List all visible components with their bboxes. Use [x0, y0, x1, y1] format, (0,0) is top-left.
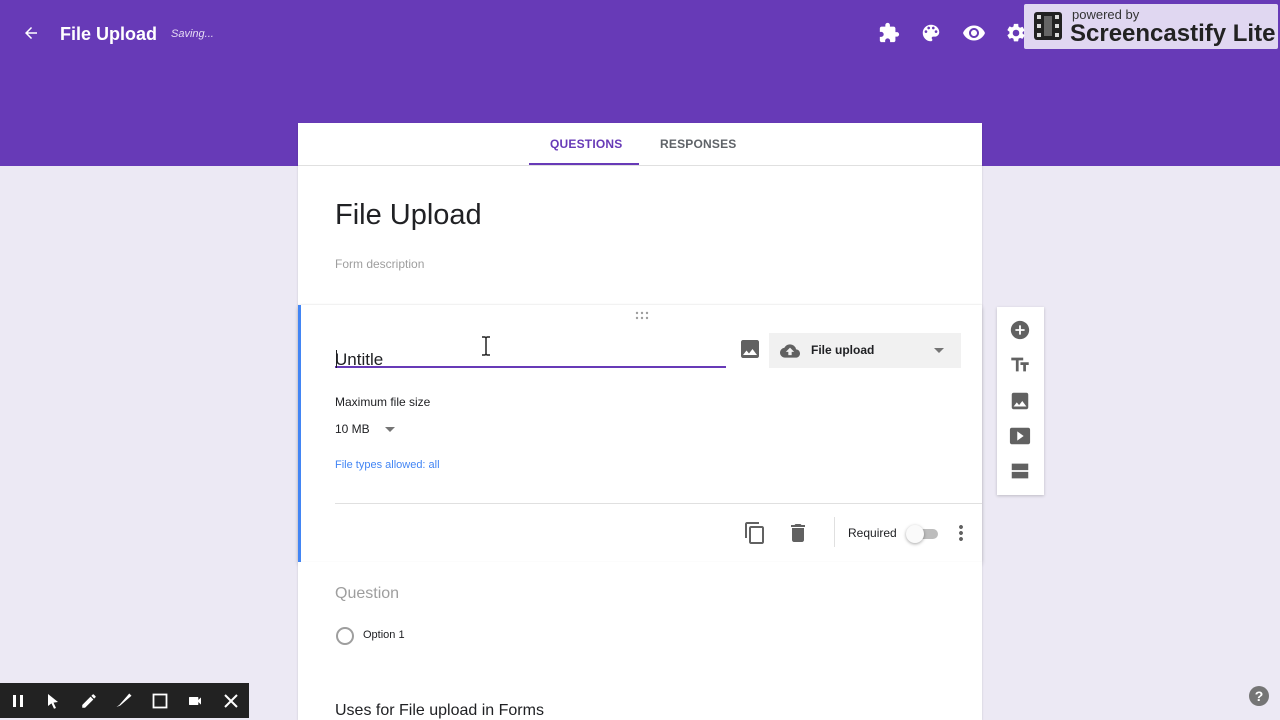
- rectangle-icon: [152, 693, 168, 709]
- screencastify-watermark: powered by Screencastify Lite: [1024, 4, 1278, 49]
- drag-handle-icon[interactable]: [635, 311, 651, 321]
- theme-button[interactable]: [918, 20, 944, 46]
- question-type-dropdown[interactable]: File upload: [769, 333, 961, 368]
- max-file-size-dropdown[interactable]: 10 MB: [335, 420, 399, 438]
- app-title: File Upload: [60, 24, 158, 44]
- question-title-placeholder[interactable]: Question: [335, 585, 399, 603]
- form-description-field[interactable]: Form description: [335, 257, 424, 271]
- required-label: Required: [848, 526, 897, 540]
- max-file-size-value: 10 MB: [335, 422, 370, 436]
- next-question-title[interactable]: Uses for File upload in Forms: [335, 702, 544, 720]
- tab-questions[interactable]: QUESTIONS: [550, 137, 622, 151]
- preview-button[interactable]: [961, 20, 987, 46]
- add-question-button[interactable]: [1008, 318, 1032, 342]
- add-section-button[interactable]: [1008, 459, 1032, 483]
- trash-icon: [791, 524, 805, 542]
- pointer-icon: [48, 694, 58, 709]
- copy-icon: [745, 522, 764, 544]
- chevron-down-icon: [385, 427, 395, 432]
- question-card-active[interactable]: Untitle File upload Maximum file size 10…: [298, 305, 982, 562]
- addon-button[interactable]: [876, 20, 902, 46]
- image-icon: [1011, 392, 1029, 410]
- webcam-button[interactable]: [182, 688, 208, 714]
- help-button[interactable]: ?: [1249, 686, 1269, 706]
- add-image-button[interactable]: [738, 337, 762, 361]
- section-icon: [1011, 463, 1029, 479]
- pause-button[interactable]: [5, 688, 31, 714]
- pointer-tool-button[interactable]: [40, 688, 66, 714]
- card-footer-divider: [335, 503, 982, 504]
- delete-button[interactable]: [786, 521, 810, 545]
- form-header-card: QUESTIONS RESPONSES File Upload Form des…: [298, 123, 982, 305]
- preview-icon: [963, 25, 985, 41]
- text-fields-icon: [1011, 357, 1029, 372]
- tab-responses[interactable]: RESPONSES: [660, 137, 737, 151]
- tab-divider: [298, 165, 982, 166]
- add-video-button[interactable]: [1008, 424, 1032, 448]
- question-title-input[interactable]: Untitle: [335, 338, 726, 369]
- question-title-value: Untitle: [335, 350, 384, 369]
- text-caret: [336, 350, 337, 368]
- film-reel-icon: [1034, 12, 1062, 40]
- arrow-back-icon: [25, 27, 37, 39]
- palette-icon: [922, 24, 940, 42]
- add-circle-icon: [1010, 320, 1030, 340]
- more-vert-icon: [959, 525, 963, 541]
- pause-icon: [13, 695, 23, 707]
- highlighter-tool-button[interactable]: [111, 688, 137, 714]
- question-type-label: File upload: [811, 343, 875, 357]
- option-label[interactable]: Option 1: [363, 629, 405, 641]
- footer-vertical-divider: [834, 517, 835, 547]
- highlighter-icon: [116, 693, 132, 707]
- file-types-link[interactable]: File types allowed: all: [335, 459, 440, 471]
- toggle-knob: [906, 525, 924, 543]
- more-options-button[interactable]: [949, 521, 973, 545]
- radio-button[interactable]: [336, 627, 354, 645]
- watermark-brand: Screencastify Lite: [1070, 20, 1276, 47]
- image-icon: [741, 340, 759, 358]
- add-image-button[interactable]: [1008, 389, 1032, 413]
- cloud-upload-icon: [780, 344, 800, 358]
- recording-toolbar: [0, 683, 249, 718]
- close-toolbar-button[interactable]: [218, 688, 244, 714]
- form-title[interactable]: File Upload: [335, 199, 482, 232]
- add-title-button[interactable]: [1008, 353, 1032, 377]
- side-toolbar: [997, 307, 1044, 495]
- camera-icon: [189, 697, 201, 705]
- text-cursor-icon: [482, 336, 490, 356]
- duplicate-button[interactable]: [743, 521, 767, 545]
- addon-icon: [879, 22, 900, 43]
- rectangle-tool-button[interactable]: [147, 688, 173, 714]
- max-file-size-label: Maximum file size: [335, 395, 431, 409]
- close-icon: [224, 694, 238, 708]
- required-toggle[interactable]: [906, 525, 940, 543]
- chevron-down-icon: [934, 348, 944, 353]
- saving-status: Saving...: [171, 28, 214, 40]
- pen-tool-button[interactable]: [76, 688, 102, 714]
- back-button[interactable]: [18, 20, 44, 46]
- pen-icon: [82, 694, 96, 708]
- video-icon: [1009, 427, 1031, 445]
- question-card[interactable]: Question Option 1 Uses for File upload i…: [298, 562, 982, 720]
